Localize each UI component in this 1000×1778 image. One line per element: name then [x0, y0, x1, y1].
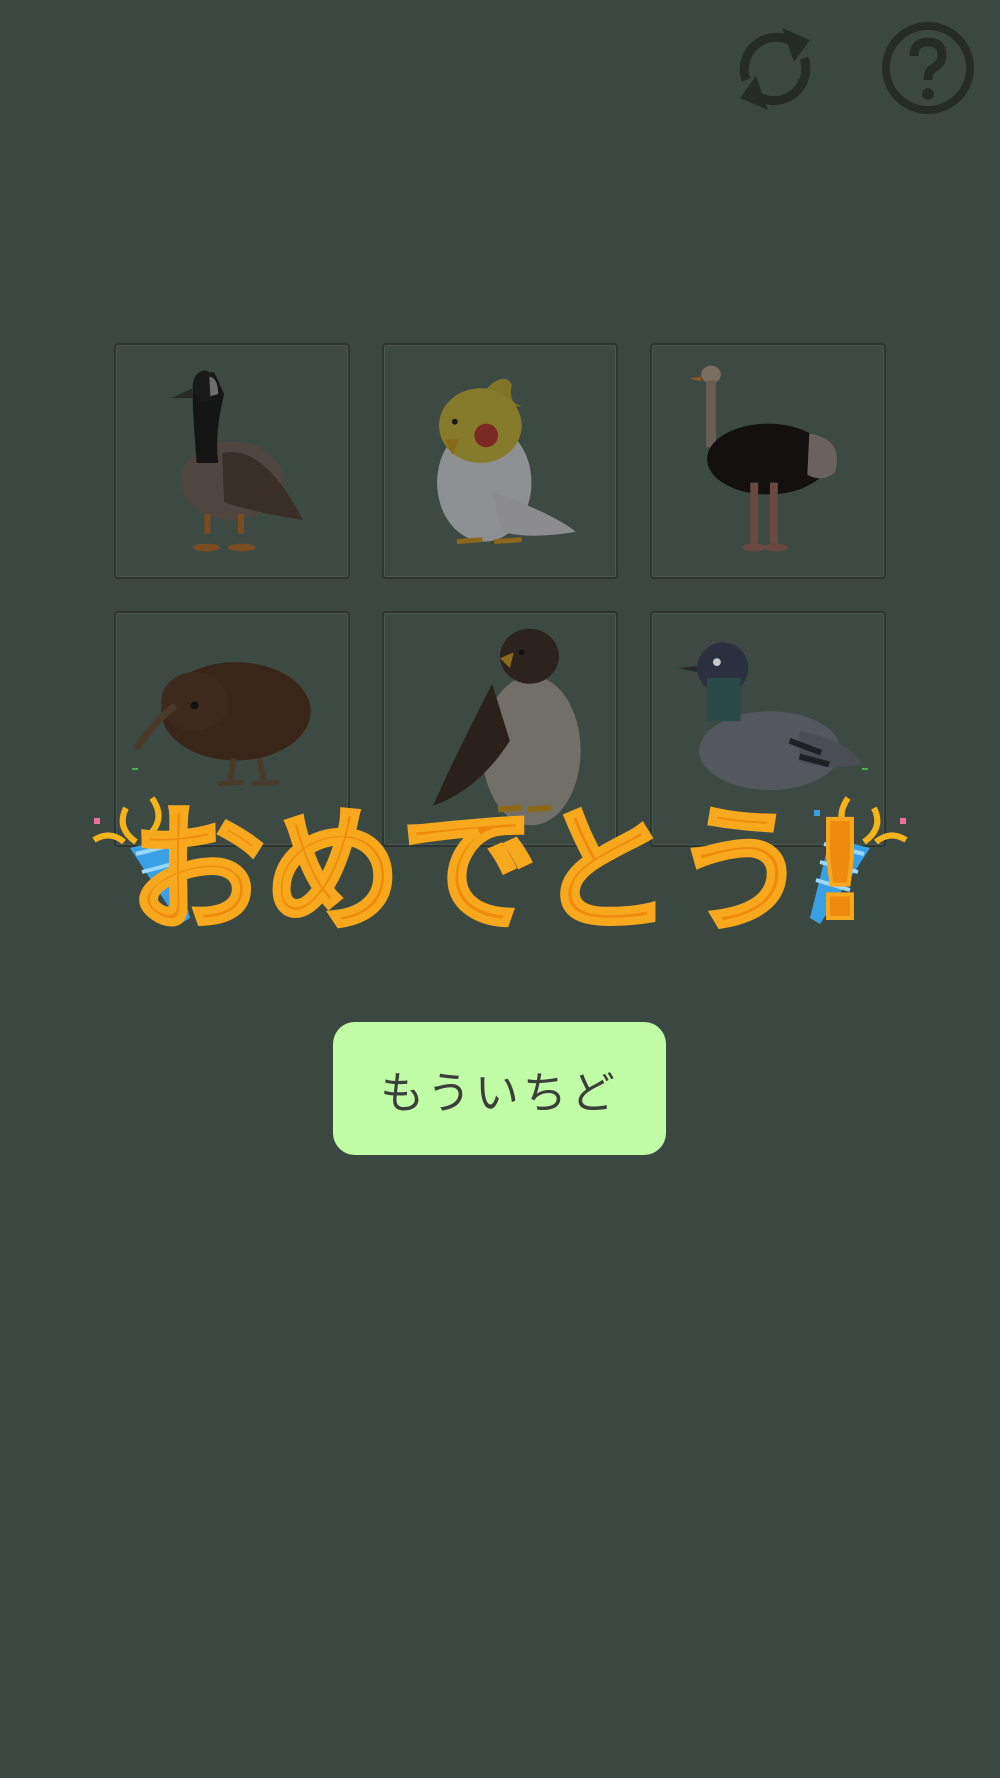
cockatiel-illustration [437, 378, 576, 545]
congratulations-banner: おめでとう! [92, 768, 908, 948]
card-canada-goose[interactable] [114, 343, 350, 579]
retry-button[interactable]: もういちど [333, 1022, 666, 1155]
help-icon [882, 22, 974, 114]
retry-button-label: もういちど [380, 1067, 619, 1119]
refresh-icon [739, 28, 811, 110]
card-ostrich[interactable] [650, 343, 886, 579]
refresh-button[interactable] [724, 18, 824, 118]
card-cockatiel[interactable] [382, 343, 618, 579]
congratulations-text: おめでとう! [129, 793, 871, 948]
canada-goose-illustration [171, 370, 303, 552]
ostrich-illustration [689, 365, 837, 552]
help-button[interactable] [878, 18, 978, 118]
